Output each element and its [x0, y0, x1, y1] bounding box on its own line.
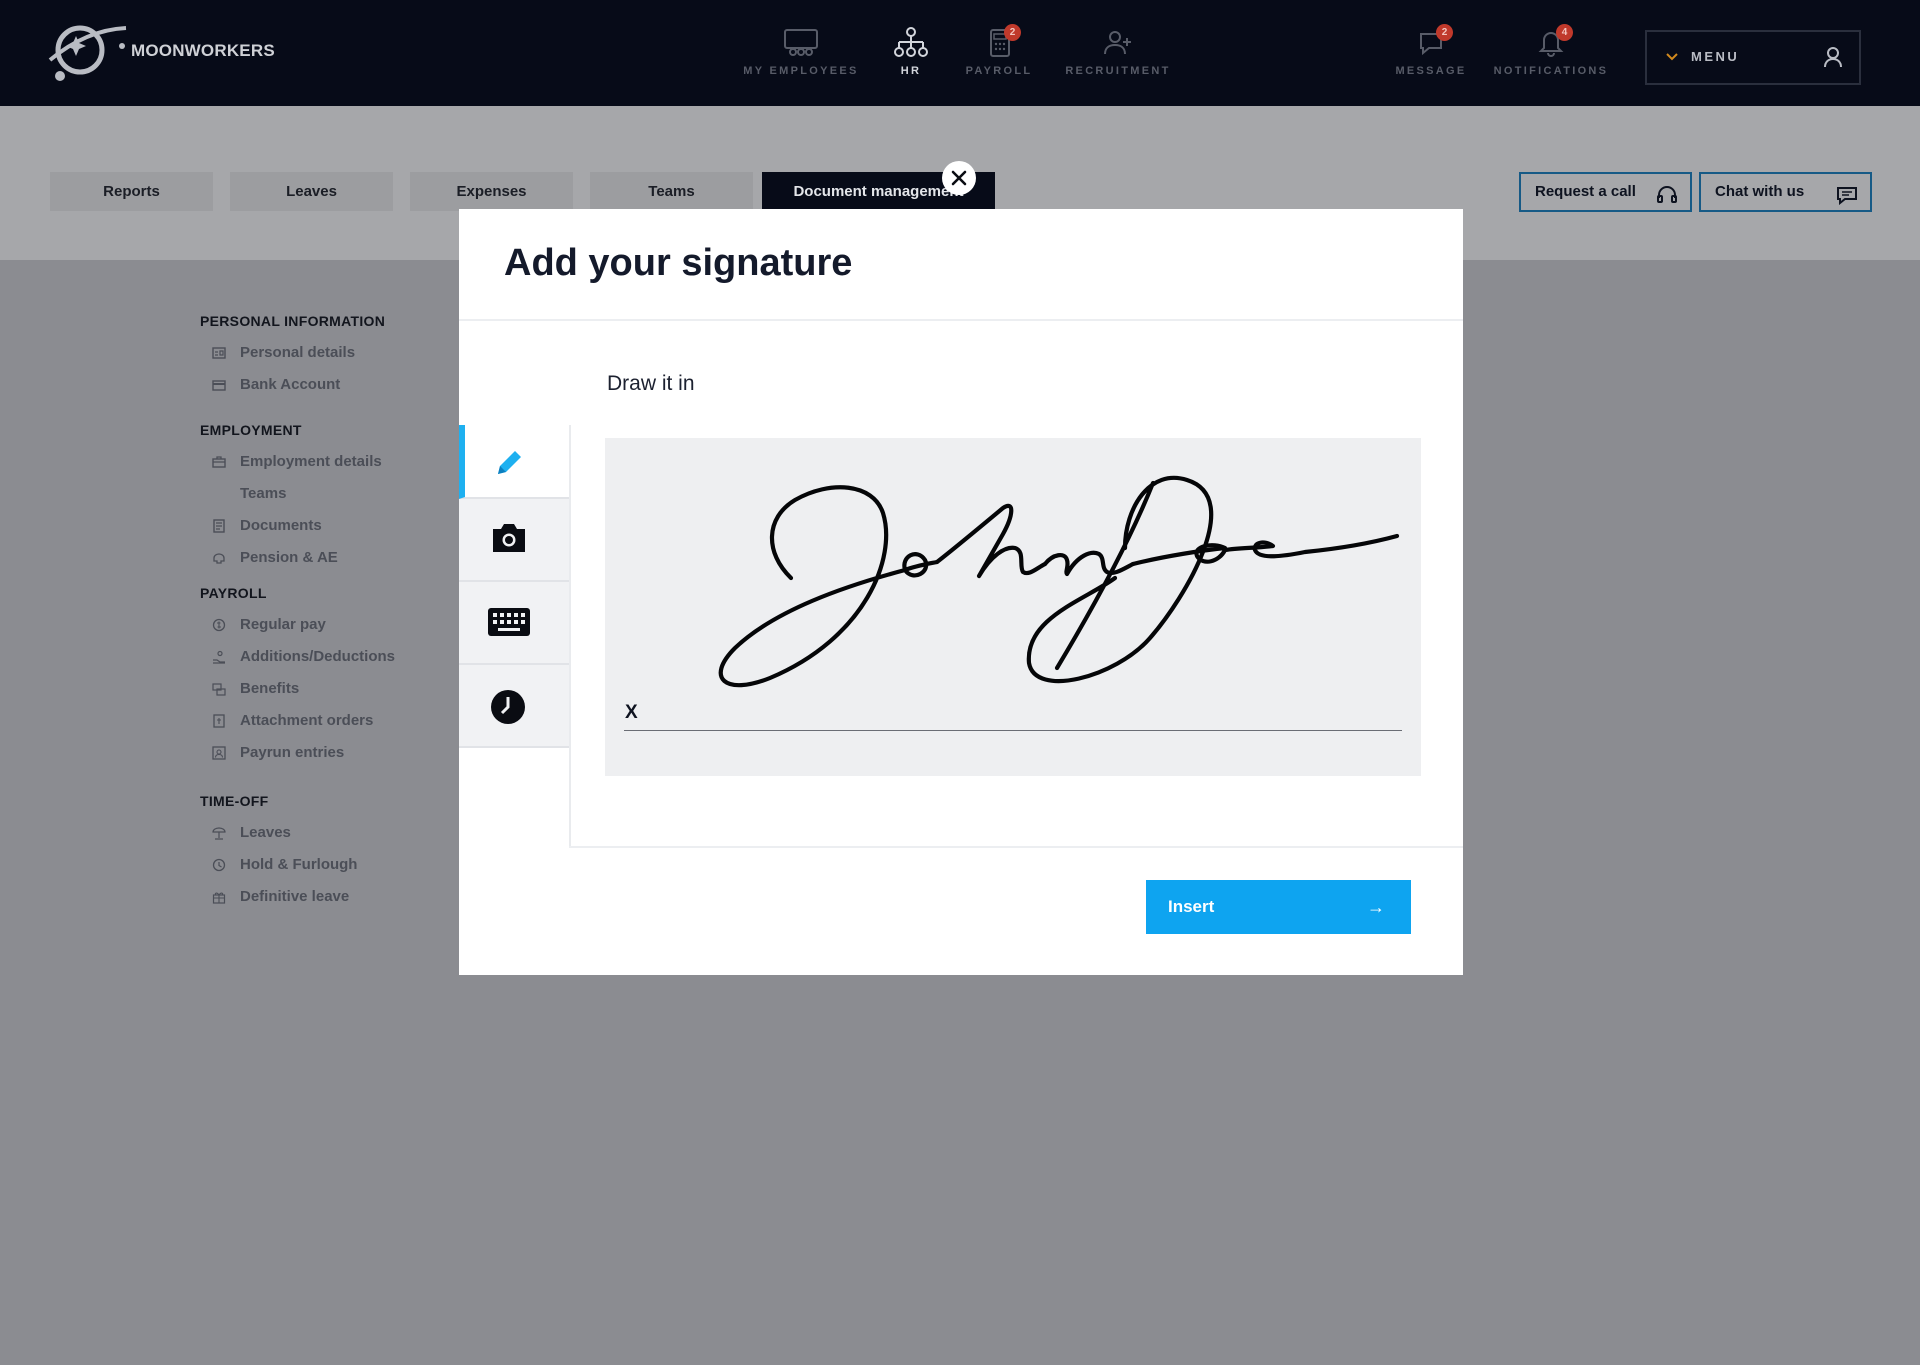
close-icon: [951, 170, 967, 186]
org-chart-icon: [893, 26, 929, 58]
sidebar-item-label: Payrun entries: [240, 744, 345, 761]
chat-icon: [1836, 183, 1858, 219]
money-icon: [212, 618, 226, 632]
sidebar-item-label: Documents: [240, 517, 322, 534]
id-card-icon: [212, 347, 226, 359]
user-icon: [1823, 46, 1843, 73]
signature-drawing: [718, 475, 1400, 688]
menu-button[interactable]: MENU: [1645, 30, 1861, 85]
message-badge: 2: [1436, 24, 1453, 41]
notifications-badge: 4: [1556, 24, 1573, 41]
bell-icon: 4: [1533, 24, 1573, 58]
method-tabs-border: [569, 425, 571, 848]
sidebar-item-label: Pension & AE: [240, 549, 338, 566]
signature-x-mark: X: [625, 702, 638, 723]
chat-bubble-icon: 2: [1413, 24, 1453, 58]
nav-recruitment[interactable]: RECRUITMENT: [1048, 26, 1188, 77]
sidebar-item-label: Benefits: [240, 680, 300, 697]
sidebar-heading-personal-information: PERSONAL INFORMATION: [200, 313, 386, 329]
user-card-icon: [212, 746, 226, 760]
sidebar-item-label: Attachment orders: [240, 712, 374, 729]
nav-label: RECRUITMENT: [1065, 65, 1171, 77]
payroll-badge: 2: [1004, 24, 1021, 41]
tab-reports[interactable]: Reports: [50, 172, 213, 211]
document-icon: [213, 519, 225, 533]
sidebar-item-label: Leaves: [240, 824, 291, 841]
tab-leaves[interactable]: Leaves: [230, 172, 393, 211]
hand-coin-icon: [213, 650, 225, 664]
tab-expenses[interactable]: Expenses: [410, 172, 573, 211]
method-type-tab[interactable]: [459, 582, 571, 665]
chat-with-us-label: Chat with us: [1715, 183, 1805, 200]
modal-divider: [459, 319, 1463, 321]
benefits-icon: [212, 683, 226, 696]
footer-divider: [569, 846, 1463, 848]
headset-icon: [1656, 183, 1678, 219]
close-button[interactable]: [942, 161, 976, 195]
clock-icon: [491, 690, 525, 724]
nav-label: MESSAGE: [1395, 65, 1467, 77]
brand-name: MOONWORKERS: [131, 41, 275, 60]
arrow-right-icon: →: [1367, 897, 1385, 917]
sidebar-item-label: Regular pay: [240, 616, 326, 633]
gift-icon: [212, 892, 226, 904]
nav-notifications[interactable]: 4 NOTIFICATIONS: [1481, 24, 1621, 77]
sidebar-heading-payroll: PAYROLL: [200, 585, 267, 601]
modal-title: Add your signature: [504, 242, 853, 284]
team-icon: [783, 26, 819, 58]
request-call-label: Request a call: [1535, 183, 1636, 200]
piggy-bank-icon: [213, 553, 225, 564]
pencil-icon: [498, 451, 521, 474]
signature-canvas[interactable]: X: [605, 438, 1421, 776]
top-bar: MOONWORKERS MY EMPLOYEES HR 2 PAYROLL RE…: [0, 0, 1920, 106]
sidebar-item-label: Bank Account: [240, 376, 341, 393]
calculator-icon: 2: [981, 24, 1021, 58]
method-photo-tab[interactable]: [459, 499, 571, 582]
clock-icon: [212, 858, 226, 872]
sidebar-item-label: Additions/Deductions: [240, 648, 395, 665]
sidebar-item-label: Personal details: [240, 344, 356, 361]
sidebar-heading-employment: EMPLOYMENT: [200, 422, 302, 438]
camera-icon: [493, 524, 525, 552]
chat-with-us-button[interactable]: Chat with us: [1699, 172, 1872, 212]
beach-umbrella-icon: [212, 827, 226, 840]
briefcase-icon: [212, 456, 226, 468]
nav-label: NOTIFICATIONS: [1493, 65, 1609, 77]
sidebar-item-label: Employment details: [240, 453, 382, 470]
draw-label: Draw it in: [607, 372, 695, 395]
request-call-button[interactable]: Request a call: [1519, 172, 1692, 212]
chevron-down-icon: [1665, 49, 1679, 65]
order-icon: [213, 714, 225, 728]
insert-label: Insert: [1168, 897, 1215, 916]
credit-card-icon: [212, 380, 226, 391]
tab-teams[interactable]: Teams: [590, 172, 753, 211]
keyboard-icon: [488, 608, 530, 636]
method-draw-tab[interactable]: [459, 425, 571, 499]
method-history-tab[interactable]: [459, 665, 571, 748]
signature-modal: Add your signature Draw it in X Insert →: [459, 209, 1463, 975]
menu-label: MENU: [1691, 49, 1740, 64]
sidebar-heading-time-off: TIME-OFF: [200, 793, 269, 809]
add-user-icon: [1100, 26, 1136, 58]
moonworkers-logo-icon[interactable]: [46, 20, 131, 84]
sidebar-item-label: Hold & Furlough: [240, 856, 358, 873]
nav-message[interactable]: 2 MESSAGE: [1361, 24, 1501, 77]
sidebar-item-label: Definitive leave: [240, 888, 350, 905]
insert-button[interactable]: Insert →: [1146, 880, 1411, 934]
sidebar-item-label: Teams: [240, 485, 287, 502]
signature-baseline: [624, 730, 1402, 731]
